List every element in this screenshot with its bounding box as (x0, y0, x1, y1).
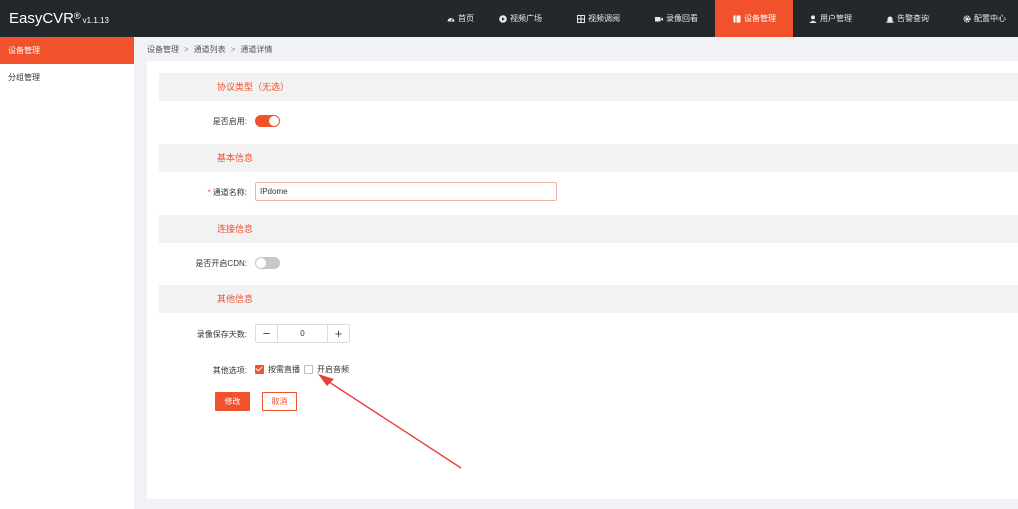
channel-name-input[interactable] (255, 182, 557, 201)
section-other-info: 其他信息 (159, 285, 1018, 313)
section-other-info-title: 其他信息 (217, 294, 254, 304)
checkbox-checked-icon (255, 365, 264, 374)
section-connection-info-title: 连接信息 (217, 224, 254, 234)
play-icon (499, 14, 507, 23)
brand-registered-mark: ® (74, 11, 81, 21)
nav-config-center[interactable]: 配置中心 (929, 0, 1006, 37)
enable-audio-checkbox[interactable]: 开启音频 (304, 364, 349, 375)
nav-playback-label: 录像回看 (666, 14, 698, 23)
nav-video-browse[interactable]: 视频调阅 (542, 0, 620, 37)
section-connection-info: 连接信息 (159, 215, 1018, 243)
nav-video-browse-label: 视频调阅 (588, 14, 620, 23)
sidebar: 设备管理 分组管理 (0, 37, 134, 509)
submit-button[interactable]: 修改 (215, 392, 250, 411)
section-basic-info-title: 基本信息 (217, 153, 254, 163)
increment-button[interactable]: + (327, 325, 349, 342)
user-icon (809, 14, 817, 23)
record-days-stepper: − 0 + (255, 324, 350, 343)
section-protocol-type: 协议类型（无选） (159, 73, 1018, 101)
nav-alarm-query[interactable]: 告警查询 (852, 0, 929, 37)
gear-icon (963, 14, 971, 23)
sidebar-item-device-management[interactable]: 设备管理 (0, 37, 134, 64)
toggle-knob (269, 116, 279, 126)
breadcrumb-separator: > (230, 45, 236, 54)
decrement-button[interactable]: − (256, 325, 278, 342)
record-days-label: 录像保存天数: (196, 330, 247, 339)
required-mark: * (207, 188, 211, 197)
breadcrumb-channel-list[interactable]: 通道列表 (194, 45, 226, 54)
breadcrumb-channel-detail: 通道详情 (240, 45, 273, 54)
nav-user-management-label: 用户管理 (820, 14, 852, 23)
nav-device-management[interactable]: 设备管理 (715, 0, 793, 37)
section-basic-info: 基本信息 (159, 144, 1018, 172)
on-demand-live-label: 按需直播 (268, 365, 300, 374)
breadcrumb-device-management[interactable]: 设备管理 (147, 45, 179, 54)
brand-name: EasyCVR (9, 10, 75, 27)
nav-user-management[interactable]: 用户管理 (793, 0, 852, 37)
channel-name-label: * 通道名称: (147, 187, 247, 198)
nav-device-management-label: 设备管理 (744, 14, 776, 23)
cdn-label: 是否开启CDN: (195, 259, 247, 268)
device-icon (733, 15, 741, 23)
toggle-knob (256, 258, 266, 268)
nav-video-square-label: 视频广场 (510, 14, 542, 23)
dashboard-icon (447, 15, 455, 23)
enabled-label: 是否启用: (212, 117, 247, 126)
breadcrumb: 设备管理 > 通道列表 > 通道详情 (147, 40, 272, 60)
main-nav: 首页 视频广场 视频调阅 录像回看 设备管理 用户管理 告警查询 配置中心 (436, 0, 1006, 37)
enable-audio-label: 开启音频 (317, 365, 349, 374)
nav-home-label: 首页 (458, 14, 474, 23)
channel-name-label-text: 通道名称: (212, 188, 247, 197)
grid-icon (577, 14, 585, 23)
enabled-toggle[interactable] (255, 115, 280, 127)
nav-alarm-query-label: 告警查询 (897, 14, 929, 23)
brand-logo[interactable]: EasyCVR® v1.1.13 (9, 9, 109, 31)
app-version: v1.1.13 (82, 16, 109, 25)
cancel-button[interactable]: 取消 (262, 392, 297, 411)
checkbox-unchecked-icon (304, 365, 313, 374)
other-options-label: 其他选项: (212, 366, 247, 375)
breadcrumb-separator: > (184, 45, 189, 54)
nav-config-center-label: 配置中心 (974, 14, 1006, 23)
record-days-value[interactable]: 0 (278, 325, 327, 342)
top-navbar: EasyCVR® v1.1.13 首页 视频广场 视频调阅 录像回看 设备管理 用… (0, 0, 1018, 37)
nav-video-square[interactable]: 视频广场 (474, 0, 542, 37)
cdn-toggle[interactable] (255, 257, 280, 269)
nav-home[interactable]: 首页 (436, 0, 474, 37)
nav-playback[interactable]: 录像回看 (620, 0, 698, 37)
video-camera-icon (655, 15, 663, 23)
on-demand-live-checkbox[interactable]: 按需直播 (255, 364, 300, 375)
section-protocol-type-title: 协议类型（无选） (217, 82, 290, 92)
alarm-icon (886, 15, 894, 23)
sidebar-item-group-management[interactable]: 分组管理 (0, 64, 134, 91)
channel-detail-form: 协议类型（无选） 是否启用: 基本信息 *通道名称: 连接信息 是否开启CDN:… (147, 61, 1018, 499)
